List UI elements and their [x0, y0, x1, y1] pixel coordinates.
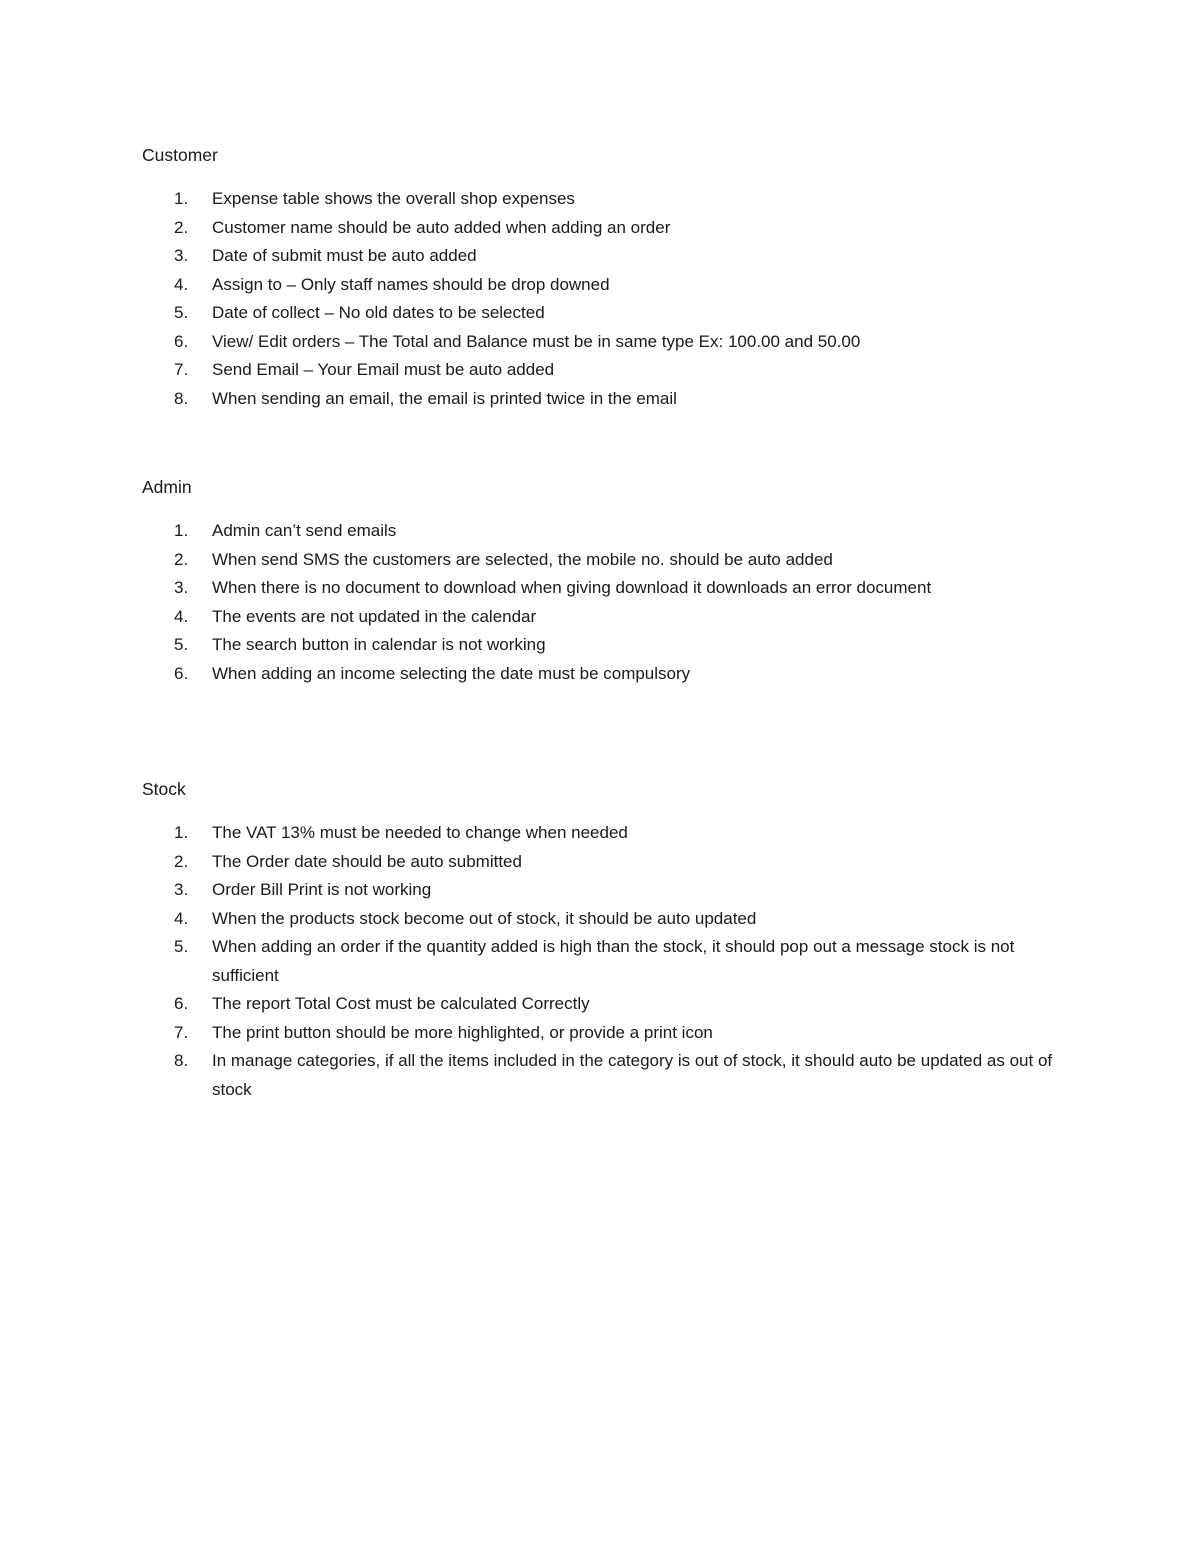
list-item-text: The VAT 13% must be needed to change whe… [212, 823, 628, 842]
list-item: 3. When there is no document to download … [142, 574, 1062, 603]
list-item-text: When send SMS the customers are selected… [212, 549, 833, 569]
list-item-number: 6. [174, 994, 189, 1013]
list-item: 2. Customer name should be auto added whe… [142, 214, 1062, 243]
list-item-number: 8. [174, 388, 189, 408]
list-item-number: 1. [174, 189, 189, 208]
list-item-number: 8. [174, 1051, 189, 1070]
list-item: 5. Date of collect – No old dates to be s… [142, 299, 1062, 328]
list-item-text: Admin can’t send emails [212, 521, 397, 540]
list-item-number: 7. [174, 1022, 189, 1042]
list-item-number: 1. [174, 521, 189, 540]
list-item: 1. Admin can’t send emails [142, 517, 1062, 546]
list-item-number: 3. [174, 246, 189, 265]
list-item-text: Date of collect – No old dates to be sel… [212, 303, 545, 322]
list-item-number: 2. [174, 851, 189, 871]
list-item-number: 4. [174, 908, 189, 928]
list-item-text: Assign to – Only staff names should be d… [212, 274, 610, 294]
list-item: 4. The events are not updated in the cale… [142, 603, 1062, 632]
list-item-text: When adding an income selecting the date… [212, 663, 691, 683]
list-item-number: 6. [174, 663, 189, 683]
section-heading: Admin [142, 477, 192, 497]
section-customer: Customer 1. Expense table shows the overa… [142, 141, 1062, 413]
list-item: 5. The search button in calendar is not w… [142, 631, 1062, 660]
list-item-text: Date of submit must be auto added [212, 246, 477, 265]
list-item: 2. The Order date should be auto submitte… [142, 848, 1062, 877]
list-item-number: 7. [174, 360, 189, 379]
list-item-text: The events are not updated in the calend… [212, 606, 537, 626]
list-item-text: When there is no document to download wh… [212, 578, 932, 597]
list-item-text: When adding an order if the quantity add… [212, 937, 1015, 985]
section-admin: Admin 1. Admin can’t send emails 2. When se… [142, 473, 1062, 688]
numbered-list: 1. The VAT 13% must be needed to change w… [142, 819, 1062, 1104]
list-item: 3. Date of submit must be auto added [142, 242, 1062, 271]
list-item: 8. In manage categories, if all the items… [142, 1047, 1062, 1104]
list-item-number: 5. [174, 303, 189, 322]
list-item-text: Order Bill Print is not working [212, 880, 432, 899]
list-item-number: 4. [174, 274, 189, 294]
section-stock: Stock 1. The VAT 13% must be needed to ch… [142, 775, 1062, 1104]
list-item-number: 3. [174, 880, 189, 899]
list-item-text: Send Email – Your Email must be auto add… [212, 360, 555, 379]
list-item-text: When sending an email, the email is prin… [212, 388, 677, 408]
list-item-number: 2. [174, 217, 189, 237]
list-item-number: 1. [174, 823, 189, 842]
list-item-text: The print button should be more highligh… [212, 1022, 713, 1042]
list-item: 5. When adding an order if the quantity a… [142, 933, 1062, 990]
list-item-text: View/ Edit orders – The Total and Balanc… [212, 331, 861, 351]
list-item: 8. When sending an email, the email is pr… [142, 385, 1062, 414]
list-item: 1. Expense table shows the overall shop e… [142, 185, 1062, 214]
list-item: 7. Send Email – Your Email must be auto a… [142, 356, 1062, 385]
list-item: 1. The VAT 13% must be needed to change w… [142, 819, 1062, 848]
list-item-text: Expense table shows the overall shop exp… [212, 189, 575, 208]
numbered-list: 1. Admin can’t send emails 2. When send SMS… [142, 517, 1062, 688]
list-item: 4. When the products stock become out of … [142, 905, 1062, 934]
list-item-text: The report Total Cost must be calculated… [212, 994, 590, 1013]
list-item: 3. Order Bill Print is not working [142, 876, 1062, 905]
list-item: 6. The report Total Cost must be calculat… [142, 990, 1062, 1019]
list-item-text: When the products stock become out of st… [212, 908, 757, 928]
list-item-number: 5. [174, 937, 189, 956]
list-item-number: 6. [174, 331, 189, 351]
numbered-list: 1. Expense table shows the overall shop e… [142, 185, 1062, 413]
list-item-number: 4. [174, 606, 189, 626]
list-item-number: 5. [174, 635, 189, 654]
list-item-text: Customer name should be auto added when … [212, 217, 671, 237]
list-item-text: The Order date should be auto submitted [212, 851, 522, 871]
list-item-number: 2. [174, 549, 189, 569]
list-item-number: 3. [174, 578, 189, 597]
list-item: 6. When adding an income selecting the da… [142, 660, 1062, 689]
list-item: 2. When send SMS the customers are select… [142, 546, 1062, 575]
section-heading: Customer [142, 145, 218, 165]
list-item: 6. View/ Edit orders – The Total and Bala… [142, 328, 1062, 357]
list-item: 7. The print button should be more highli… [142, 1019, 1062, 1048]
list-item: 4. Assign to – Only staff names should be… [142, 271, 1062, 300]
section-heading: Stock [142, 779, 186, 799]
list-item-text: In manage categories, if all the items i… [212, 1051, 1053, 1099]
document-page: Customer 1. Expense table shows the overa… [0, 0, 1200, 1553]
list-item-text: The search button in calendar is not wor… [212, 635, 546, 654]
